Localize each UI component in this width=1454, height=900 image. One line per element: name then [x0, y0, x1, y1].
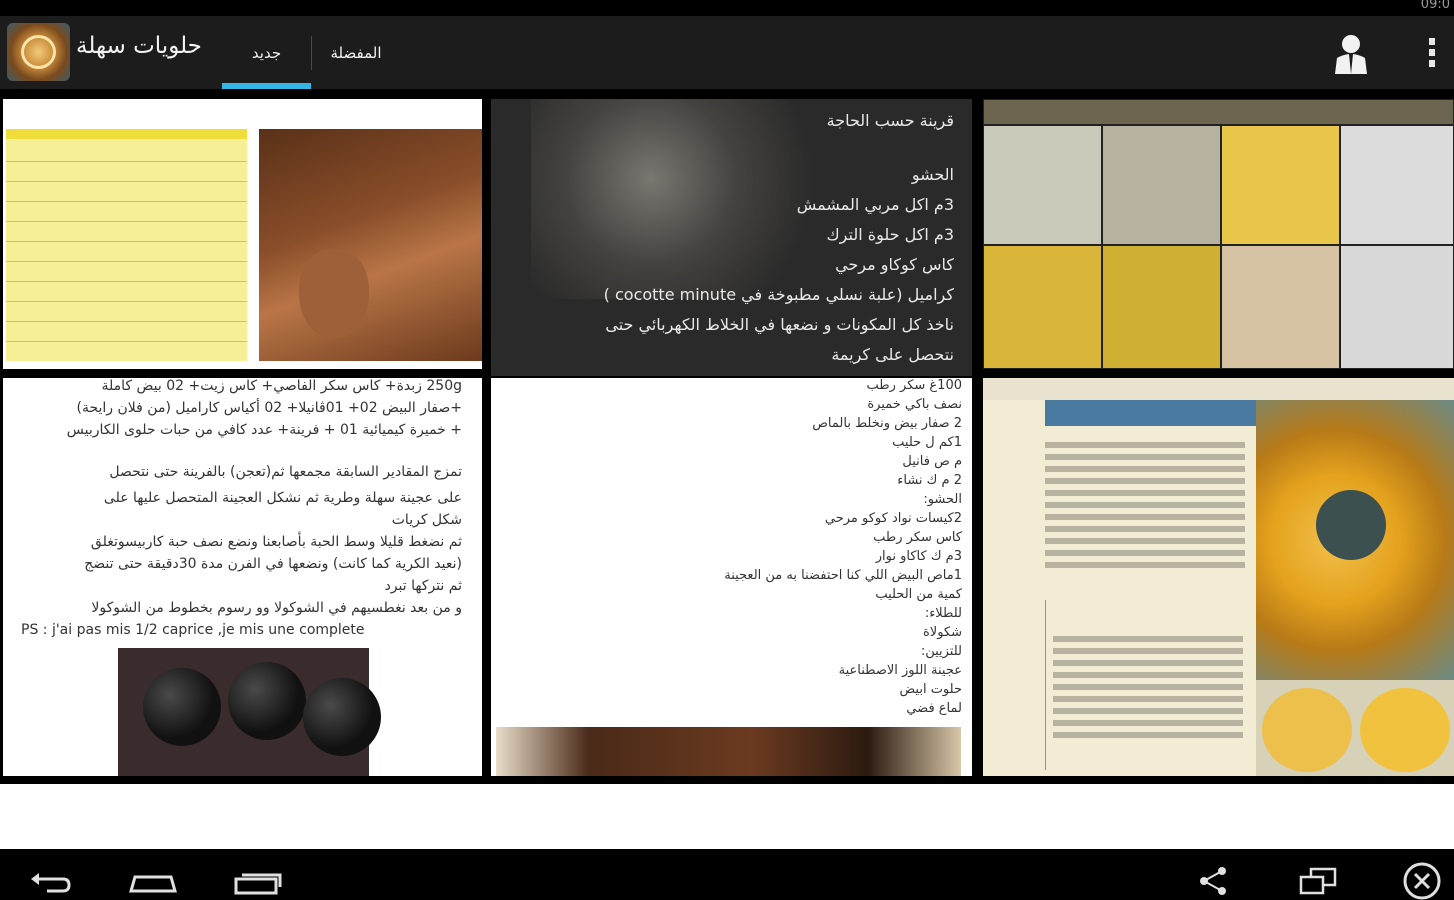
recipe-text-line: كاس سكر رطب [873, 530, 962, 545]
recipe-tile[interactable]: قرينة حسب الحاجة الحشو 3م اكل مربي المشم… [491, 99, 972, 376]
step-photo [1102, 125, 1221, 245]
step-photo [983, 245, 1102, 369]
step-thumbnails [1256, 680, 1454, 776]
step-photo [1221, 125, 1340, 245]
recipe-text-line: كراميل (علبة نسلي مطبوخة في cocotte minu… [603, 285, 954, 304]
recipe-text-line: و من بعد نغطسيهم في الشوكولا وو رسوم بخط… [91, 600, 462, 616]
recipe-text-line: على عجينة سهلة وطرية ثم نشكل العجينة الم… [103, 490, 462, 506]
recent-apps-icon[interactable] [232, 849, 284, 900]
user-icon[interactable] [1327, 30, 1375, 78]
recipe-text-line: نصف باكي خميرة [867, 397, 962, 412]
recipe-text-line: ثم نتركها تبرد [384, 578, 462, 594]
step-photo [1340, 245, 1454, 369]
recipe-text-line: شكل كريات [391, 512, 462, 528]
recipe-text-line: 250g زبدة+ كاس سكر الفاصي+ كاس زيت+ 02 ب… [101, 378, 462, 394]
recipe-tile[interactable]: 250g زبدة+ كاس سكر الفاصي+ كاس زيت+ 02 ب… [3, 378, 482, 776]
recipe-text-line: 2كيسات نواد كوكو مرحي [824, 511, 962, 526]
recipe-tile[interactable] [983, 378, 1454, 776]
recipe-text-line: (نعيد الكرية كما كانت) ونضعها في الفرن م… [84, 556, 462, 572]
recipe-text-line: ثم نضغط قليلا وسط الحبة بأصابعنا ونضع نص… [90, 534, 462, 550]
recipe-text-line: شكولاة [922, 625, 962, 640]
recipe-text-line: +صفار البيض 02+ 01ڤانيلا+ 02 أكياس كارام… [76, 400, 462, 416]
recipe-text-line: الحشو: [923, 492, 962, 507]
recipe-text-line: 3م اكل حلوة الترك [826, 225, 954, 244]
tab-new[interactable]: جديد [222, 16, 311, 89]
recipe-text-line: للتزيين: [920, 644, 962, 659]
tab-new-label: جديد [251, 43, 282, 62]
recipe-text-line: PS : j'ai pas mis 1/2 caprice ,je mis un… [21, 622, 365, 638]
window-icon[interactable] [1297, 849, 1341, 900]
recipe-text-line: 3م اكل مربي المشمش [796, 195, 954, 214]
notepad-image [6, 129, 247, 361]
step-photo [983, 99, 1454, 125]
recipe-text-line: كاس كوكاو مرحي [835, 255, 954, 274]
recipe-text-line: 100غ سكر رطب [866, 378, 962, 393]
navigation-bar [0, 849, 1454, 900]
share-icon[interactable] [1196, 849, 1232, 900]
app-icon[interactable] [7, 23, 70, 81]
bundt-cake-image [1256, 400, 1454, 680]
step-photo [983, 125, 1102, 245]
home-icon[interactable] [125, 849, 181, 900]
recipe-text-line: للطلاء: [924, 606, 962, 621]
recipe-text-line: الحشو [911, 165, 954, 184]
close-icon[interactable] [1400, 849, 1444, 900]
recipe-tile[interactable] [3, 99, 482, 369]
recipe-text-line: حلوت ابيض [899, 682, 962, 697]
app-title: حلويات سهلة [76, 33, 202, 59]
cake-pops-image [118, 648, 381, 776]
recipe-text-line: ناخذ كل المكونات و نضعها في الخلاط الكهر… [605, 315, 954, 334]
recipe-tile[interactable]: 100غ سكر رطب نصف باكي خميرة 2 صفار بيض و… [491, 378, 972, 776]
recipe-grid: قرينة حسب الحاجة الحشو 3م اكل مربي المشم… [0, 89, 1454, 784]
recipe-text-line: عجينة اللوز الاصطناعية [838, 663, 962, 678]
recipe-tile[interactable] [983, 99, 1454, 369]
recipe-text-line: 3م ك كاكاو نوار [875, 549, 962, 564]
status-bar: 09:0 [0, 0, 1454, 16]
recipe-text-line: 1كم ل حليب [892, 435, 962, 450]
recipe-text-line: قرينة حسب الحاجة [826, 111, 954, 130]
recipe-text-line: لماع فضي [906, 701, 962, 716]
tab-favorites-label: المفضلة [330, 43, 382, 62]
status-clock: 09:0 [1420, 0, 1450, 12]
recipe-text-line: نتحصل على كريمة [831, 345, 954, 364]
recipe-text-line: 2 صفار بيض ونخلط بالماص [812, 416, 962, 431]
recipe-text-line: تمزج المقادير السابقة مجمعها ثم(تعجن) با… [109, 464, 462, 480]
tab-favorites[interactable]: المفضلة [312, 16, 400, 89]
cookies-image [531, 99, 831, 299]
step-photo [1221, 245, 1340, 369]
recipe-text-line: كمية من الحليب [875, 587, 962, 602]
magazine-page-image [983, 400, 1256, 776]
step-photo [1102, 245, 1221, 369]
back-icon[interactable] [25, 849, 75, 900]
recipe-text-line: 2 م ك نشاء [897, 473, 962, 488]
recipe-text-line: م ص فانيل [902, 454, 962, 469]
recipe-text-line: + خميرة كيميائية 01 + فرينة+ عدد كافي من… [66, 422, 462, 438]
recipe-text-line: 1ماص البيض اللي كنا احتفضنا به من العجين… [724, 568, 962, 583]
action-bar: حلويات سهلة جديد المفضلة [0, 16, 1454, 89]
chocolate-image [259, 129, 482, 361]
chocolate-dessert-image [496, 727, 961, 776]
step-photo [1340, 125, 1454, 245]
overflow-menu-icon[interactable] [1420, 34, 1444, 74]
